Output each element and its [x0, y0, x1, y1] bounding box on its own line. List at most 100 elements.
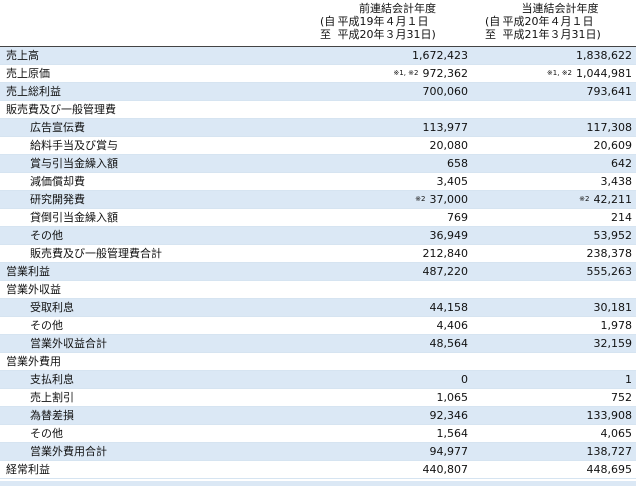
- table-row: 広告宣伝費 113,977 117,308: [0, 118, 636, 137]
- table-row: 売上総利益 700,060 793,641: [0, 82, 636, 101]
- footnote-mark: ※1, ※2: [393, 69, 419, 77]
- row-label: その他: [0, 424, 312, 443]
- prior-year-title: 前連結会計年度: [359, 2, 436, 15]
- prior-year-from: (自 平成19年４月１日: [320, 15, 429, 28]
- prior-year-value: ※2 37,000: [312, 190, 472, 209]
- current-year-value: 752: [472, 388, 636, 407]
- row-label: 減価償却費: [0, 172, 312, 191]
- row-label: その他: [0, 226, 312, 245]
- income-statement-sheet: 前連結会計年度 (自 平成19年４月１日 至 平成20年３月31日) 当連結会計…: [0, 0, 638, 486]
- row-label: 貸倒引当金繰入額: [0, 208, 312, 227]
- current-year-value: [472, 352, 636, 371]
- row-label: 営業外収益合計: [0, 334, 312, 353]
- prior-year-value: 20,080: [312, 136, 472, 155]
- row-label: 営業利益: [0, 262, 312, 281]
- table-row: 営業外費用合計 94,977 138,727: [0, 442, 636, 461]
- row-label: 給料手当及び賞与: [0, 136, 312, 155]
- current-year-header: 当連結会計年度 (自 平成20年４月１日 至 平成21年３月31日): [485, 0, 635, 46]
- footnote-mark: ※2: [415, 195, 426, 203]
- prior-year-value: 0: [312, 370, 472, 389]
- current-year-value: 448,695: [472, 460, 636, 479]
- prior-year-value: 1,672,423: [312, 46, 472, 65]
- current-year-title: 当連結会計年度: [521, 2, 599, 15]
- row-label: 受取利息: [0, 298, 312, 317]
- table-row: 支払利息 0 1: [0, 370, 636, 389]
- current-year-value: 3,438: [472, 172, 636, 191]
- current-year-value: ※1, ※2 1,044,981: [472, 64, 636, 83]
- current-year-value: 1: [472, 370, 636, 389]
- current-year-value: 214: [472, 208, 636, 227]
- table-row: 研究開発費 ※2 37,000 ※2 42,211: [0, 190, 636, 209]
- table-row: 営業外収益合計 48,564 32,159: [0, 334, 636, 353]
- prior-year-value: 440,807: [312, 460, 472, 479]
- table-row: 販売費及び一般管理費合計 212,840 238,378: [0, 244, 636, 263]
- prior-year-value: 769: [312, 208, 472, 227]
- column-header: 前連結会計年度 (自 平成19年４月１日 至 平成20年３月31日) 当連結会計…: [0, 0, 638, 46]
- table-row: 貸倒引当金繰入額 769 214: [0, 208, 636, 227]
- table-row: 売上高 1,672,423 1,838,622: [0, 46, 636, 65]
- table-row: 減価償却費 3,405 3,438: [0, 172, 636, 191]
- prior-year-value: 3,405: [312, 172, 472, 191]
- row-label: 営業外費用合計: [0, 442, 312, 461]
- current-year-value: ※2 42,211: [472, 190, 636, 209]
- table-row: 売上割引 1,065 752: [0, 388, 636, 407]
- truncated-next-row: [0, 481, 636, 486]
- prior-year-header: 前連結会計年度 (自 平成19年４月１日 至 平成20年３月31日): [320, 0, 475, 46]
- table-row: 経常利益 440,807 448,695: [0, 460, 636, 479]
- prior-year-value: 36,949: [312, 226, 472, 245]
- prior-year-value: 94,977: [312, 442, 472, 461]
- prior-year-to: 至 平成20年３月31日): [320, 28, 436, 41]
- row-label: 研究開発費: [0, 190, 312, 209]
- current-year-to: 至 平成21年３月31日): [485, 28, 601, 41]
- table-row: 営業利益 487,220 555,263: [0, 262, 636, 281]
- prior-year-value: 1,065: [312, 388, 472, 407]
- row-label: 販売費及び一般管理費合計: [0, 244, 312, 263]
- table-row: 営業外収益: [0, 280, 636, 299]
- current-year-value: 1,838,622: [472, 46, 636, 65]
- prior-year-value: 4,406: [312, 316, 472, 335]
- current-year-value: 32,159: [472, 334, 636, 353]
- current-year-value: 138,727: [472, 442, 636, 461]
- current-year-value: 30,181: [472, 298, 636, 317]
- prior-year-value: 212,840: [312, 244, 472, 263]
- prior-year-value: [312, 352, 472, 371]
- income-statement-table: 売上高 1,672,423 1,838,622 売上原価 ※1, ※2 972,3…: [0, 46, 636, 479]
- prior-year-value: 113,977: [312, 118, 472, 137]
- row-label: 支払利息: [0, 370, 312, 389]
- table-row: 賞与引当金繰入額 658 642: [0, 154, 636, 173]
- table-row: 営業外費用: [0, 352, 636, 371]
- current-year-value: [472, 100, 636, 119]
- prior-year-value: 1,564: [312, 424, 472, 443]
- prior-year-value: 487,220: [312, 262, 472, 281]
- row-label: 広告宣伝費: [0, 118, 312, 137]
- current-year-value: 238,378: [472, 244, 636, 263]
- row-label: 売上総利益: [0, 82, 312, 101]
- row-label: 売上割引: [0, 388, 312, 407]
- current-year-value: 117,308: [472, 118, 636, 137]
- row-label: 賞与引当金繰入額: [0, 154, 312, 173]
- row-label: 売上原価: [0, 64, 312, 83]
- prior-year-value: 658: [312, 154, 472, 173]
- prior-year-value: 700,060: [312, 82, 472, 101]
- footnote-mark: ※1, ※2: [546, 69, 573, 77]
- prior-year-value: [312, 100, 472, 119]
- row-label: 為替差損: [0, 406, 312, 425]
- prior-year-value: [312, 280, 472, 299]
- current-year-value: 133,908: [472, 406, 636, 425]
- table-row: 販売費及び一般管理費: [0, 100, 636, 119]
- table-row: 為替差損 92,346 133,908: [0, 406, 636, 425]
- row-label: 売上高: [0, 46, 312, 65]
- row-label: 経常利益: [0, 460, 312, 479]
- row-label: 営業外費用: [0, 352, 312, 371]
- row-label: 販売費及び一般管理費: [0, 100, 312, 119]
- current-year-value: 53,952: [472, 226, 636, 245]
- table-row: その他 4,406 1,978: [0, 316, 636, 335]
- current-year-from: (自 平成20年４月１日: [485, 15, 594, 28]
- table-row: 売上原価 ※1, ※2 972,362 ※1, ※2 1,044,981: [0, 64, 636, 83]
- row-label: その他: [0, 316, 312, 335]
- table-row: 給料手当及び賞与 20,080 20,609: [0, 136, 636, 155]
- table-row: 受取利息 44,158 30,181: [0, 298, 636, 317]
- current-year-value: 20,609: [472, 136, 636, 155]
- prior-year-value: 44,158: [312, 298, 472, 317]
- table-row: その他 36,949 53,952: [0, 226, 636, 245]
